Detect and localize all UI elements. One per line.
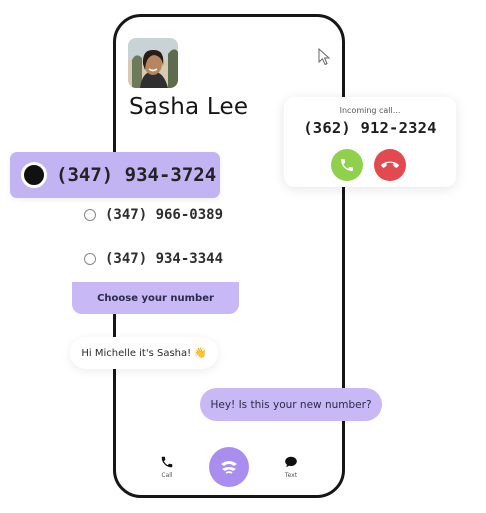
accept-call-button[interactable] [331,149,363,181]
number-option[interactable]: (347) 966-0389 [84,207,223,223]
incoming-call-card: Incoming call... (362) 912-2324 [284,97,456,187]
waving-hand-emoji: 👋 [194,347,207,359]
hang-up-icon [381,161,399,168]
number-option[interactable]: (347) 934-3344 [84,251,223,267]
incoming-call-label: Incoming call... [339,106,401,115]
sent-message-text: Hey! Is this your new number? [210,398,372,411]
mouse-pointer-icon [318,48,331,66]
radio-button[interactable] [84,209,96,221]
nav-call[interactable]: Call [160,455,174,479]
decline-call-button[interactable] [374,149,406,181]
chat-bubble-icon [285,456,297,468]
contact-name: Sasha Lee [129,94,249,120]
selected-number-option[interactable]: (347) 934-3724 [10,152,220,198]
selected-number-label: (347) 934-3724 [56,164,217,186]
phone-icon [341,159,353,171]
logo-icon [221,461,237,474]
selected-radio-icon [21,162,47,188]
nav-text[interactable]: Text [284,455,298,479]
nav-text-label: Text [284,472,298,479]
radio-button[interactable] [84,253,96,265]
number-option-label: (347) 966-0389 [105,207,224,223]
nav-home-button[interactable] [209,447,249,487]
avatar [128,38,178,88]
phone-icon [161,456,173,468]
choose-number-button[interactable]: Choose your number [72,282,239,314]
nav-call-label: Call [161,472,173,479]
received-message-text: Hi Michelle it's Sasha! [81,347,192,359]
number-option-label: (347) 934-3344 [105,251,224,267]
received-message-bubble: Hi Michelle it's Sasha! 👋 [70,337,218,369]
sent-message-bubble: Hey! Is this your new number? [200,388,382,421]
incoming-call-number: (362) 912-2324 [303,119,437,137]
